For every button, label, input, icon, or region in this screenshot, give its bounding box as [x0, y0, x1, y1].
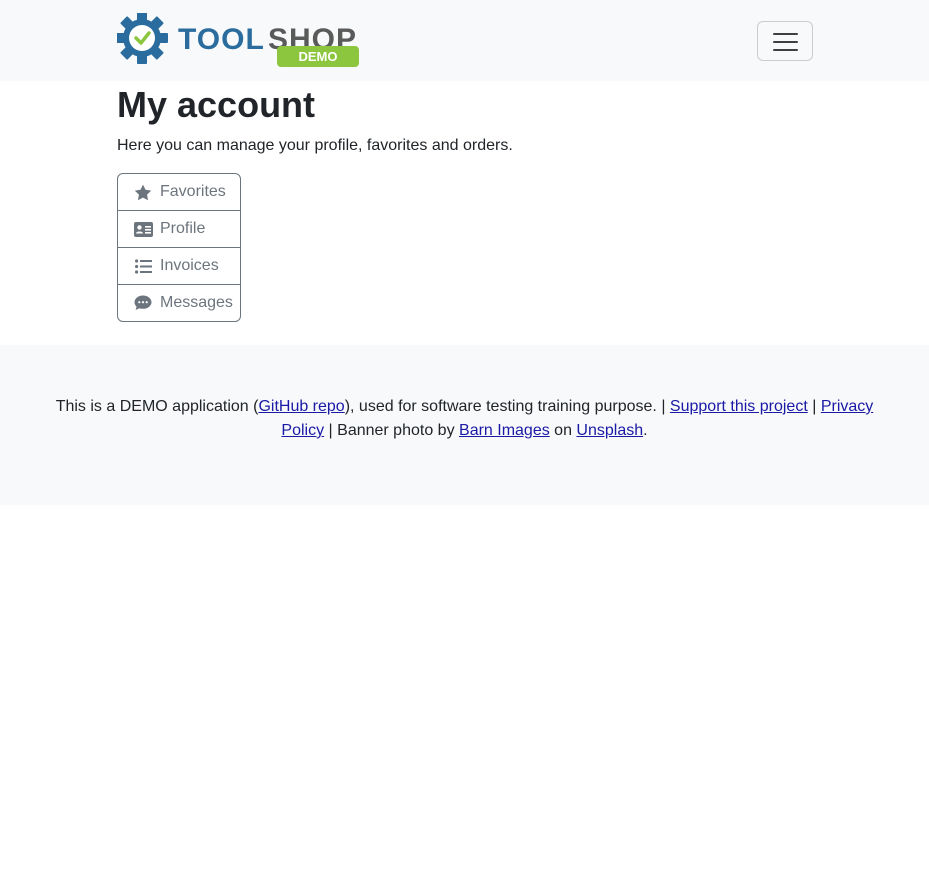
menu-item-messages[interactable]: Messages — [118, 285, 240, 321]
logo-text-tool: TOOL — [178, 23, 265, 56]
menu-item-profile[interactable]: Profile — [118, 211, 240, 248]
comment-icon — [133, 294, 153, 312]
menu-item-label: Favorites — [160, 183, 226, 200]
navbar: TOOL SHOP DEMO — [0, 0, 929, 81]
menu-item-invoices[interactable]: Invoices — [118, 248, 240, 285]
menu-item-label: Messages — [160, 294, 233, 311]
menu-item-label: Profile — [160, 220, 206, 237]
account-menu: Favorites Profile Invoices Messages — [117, 173, 241, 322]
barn-images-link[interactable]: Barn Images — [459, 422, 550, 439]
page-description: Here you can manage your profile, favori… — [117, 137, 513, 154]
navbar-toggler-button[interactable] — [757, 21, 813, 61]
toolshop-logo-link[interactable]: TOOL SHOP DEMO — [117, 13, 363, 69]
toolshop-logo: TOOL SHOP DEMO — [117, 13, 359, 67]
support-project-link[interactable]: Support this project — [670, 398, 808, 415]
star-icon — [133, 183, 153, 201]
footer: This is a DEMO application (GitHub repo)… — [0, 345, 929, 505]
footer-text: This is a DEMO application (GitHub repo)… — [55, 398, 874, 439]
id-card-icon — [133, 220, 153, 238]
demo-badge: DEMO — [299, 49, 338, 64]
unsplash-link[interactable]: Unsplash — [576, 422, 643, 439]
menu-item-favorites[interactable]: Favorites — [118, 174, 240, 211]
menu-item-label: Invoices — [160, 257, 219, 274]
gear-icon — [117, 13, 168, 64]
list-icon — [133, 257, 153, 275]
page-title: My account — [117, 84, 316, 125]
github-repo-link[interactable]: GitHub repo — [258, 398, 344, 415]
